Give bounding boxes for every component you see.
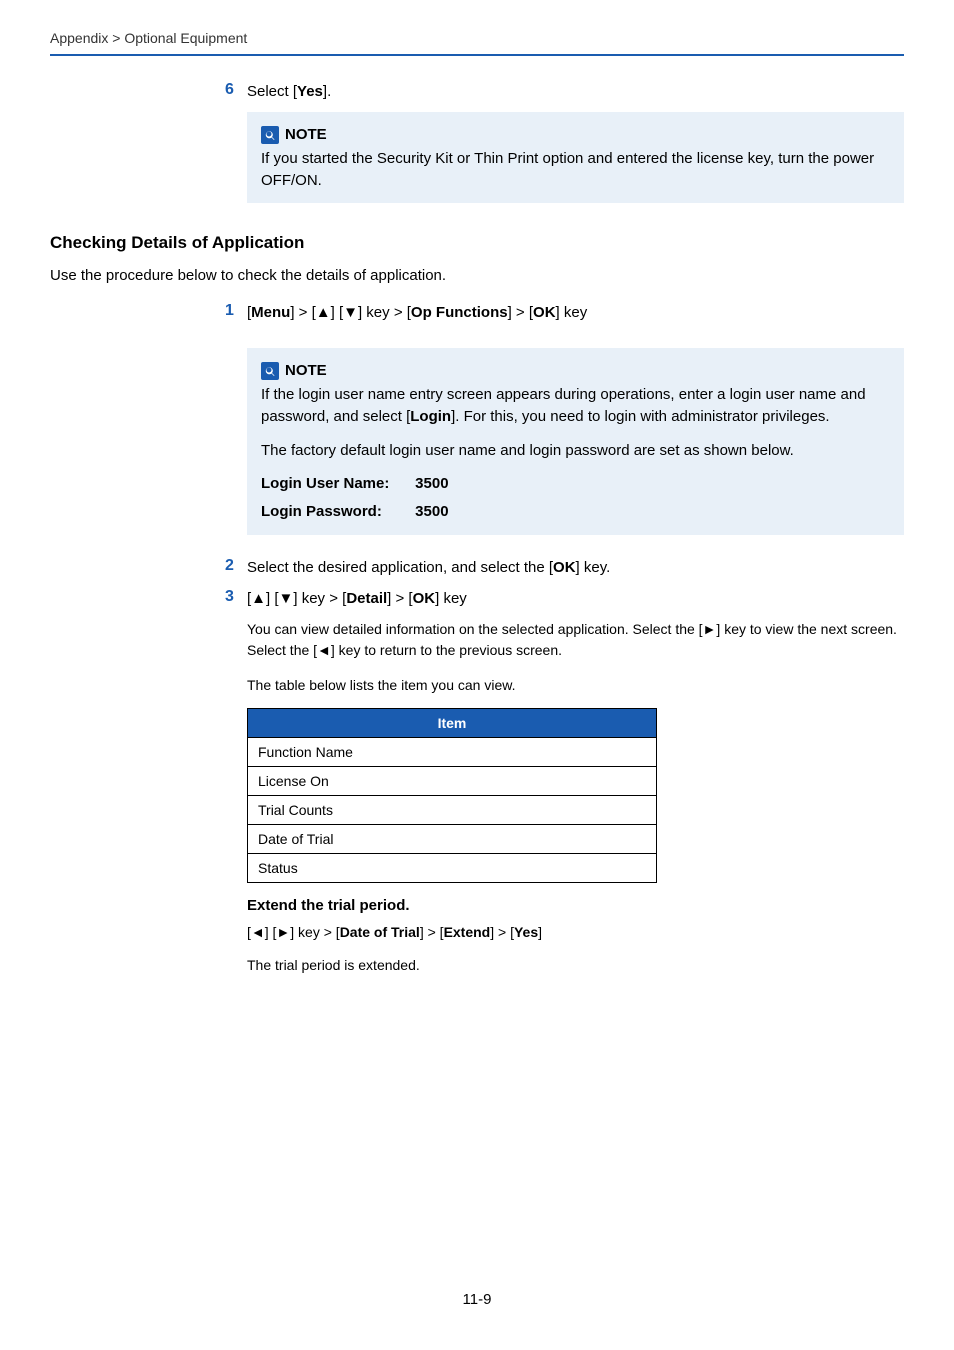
bold-key: Yes <box>514 924 538 940</box>
text-fragment: ] <box>538 924 542 940</box>
text-fragment: Select the desired application, and sele… <box>247 559 553 576</box>
table-cell: License On <box>248 766 657 795</box>
text-fragment: ] > [ <box>420 924 444 940</box>
text-fragment: Select [ <box>247 83 297 100</box>
bold-key: Op Functions <box>411 304 508 321</box>
note-label: NOTE <box>285 360 327 382</box>
text-fragment: ] > [▲] [▼] key > [ <box>290 304 411 321</box>
extend-after: The trial period is extended. <box>247 955 904 976</box>
step-3: 3 [▲] [▼] key > [Detail] > [OK] key <box>225 588 904 609</box>
login-pass-label: Login Password: <box>261 501 411 523</box>
bold-key: OK <box>413 590 436 607</box>
intro-text: Use the procedure below to check the det… <box>50 265 904 286</box>
step-number: 2 <box>225 557 247 578</box>
step-number: 1 <box>225 302 247 323</box>
note-icon <box>261 362 279 380</box>
login-pass-value: 3500 <box>415 503 448 520</box>
bold-key: Date of Trial <box>340 924 420 940</box>
table-cell: Function Name <box>248 737 657 766</box>
step-text: Select the desired application, and sele… <box>247 557 610 578</box>
note-text: If the login user name entry screen appe… <box>261 384 890 428</box>
text-fragment: ]. <box>323 83 331 100</box>
note-text: The factory default login user name and … <box>261 440 890 462</box>
table-cell: Trial Counts <box>248 795 657 824</box>
extend-path: [◄] [►] key > [Date of Trial] > [Extend]… <box>247 922 904 943</box>
note-icon <box>261 126 279 144</box>
login-user-value: 3500 <box>415 475 448 492</box>
step-1: 1 [Menu] > [▲] [▼] key > [Op Functions] … <box>225 302 904 323</box>
text-fragment: ] key <box>435 590 467 607</box>
step-number: 3 <box>225 588 247 609</box>
extend-heading: Extend the trial period. <box>247 897 904 914</box>
bold-key: Extend <box>444 924 491 940</box>
table-row: Function Name <box>248 737 657 766</box>
bold-key: Detail <box>346 590 387 607</box>
bold-key: Login <box>410 408 451 425</box>
login-user-label: Login User Name: <box>261 473 411 495</box>
note-box: NOTE If you started the Security Kit or … <box>247 112 904 203</box>
text-fragment: ] > [ <box>387 590 412 607</box>
step-6: 6 Select [Yes]. <box>225 81 904 102</box>
item-table: Item Function Name License On Trial Coun… <box>247 708 657 883</box>
step-text: [Menu] > [▲] [▼] key > [Op Functions] > … <box>247 302 587 323</box>
table-row: Status <box>248 853 657 882</box>
text-fragment: ] > [ <box>490 924 514 940</box>
header-divider <box>50 54 904 56</box>
step-subtext: The table below lists the item you can v… <box>247 675 904 696</box>
bold-key: OK <box>553 559 576 576</box>
bold-key: Menu <box>251 304 290 321</box>
table-cell: Status <box>248 853 657 882</box>
step-number: 6 <box>225 81 247 102</box>
page-number: 11-9 <box>0 1291 954 1308</box>
step-text: [▲] [▼] key > [Detail] > [OK] key <box>247 588 467 609</box>
bold-key: OK <box>533 304 556 321</box>
note-box: NOTE If the login user name entry screen… <box>247 348 904 535</box>
table-row: Trial Counts <box>248 795 657 824</box>
bold-key: Yes <box>297 83 323 100</box>
section-heading: Checking Details of Application <box>50 233 904 253</box>
text-fragment: ] key <box>556 304 588 321</box>
breadcrumb: Appendix > Optional Equipment <box>50 30 904 54</box>
text-fragment: [◄] [►] key > [ <box>247 924 340 940</box>
table-row: License On <box>248 766 657 795</box>
step-text: Select [Yes]. <box>247 81 331 102</box>
login-user-row: Login User Name: 3500 <box>261 473 890 495</box>
note-label: NOTE <box>285 124 327 146</box>
step-2: 2 Select the desired application, and se… <box>225 557 904 578</box>
text-fragment: ] key. <box>576 559 611 576</box>
text-fragment: ]. For this, you need to login with admi… <box>451 408 830 425</box>
table-cell: Date of Trial <box>248 824 657 853</box>
note-text: If you started the Security Kit or Thin … <box>261 148 890 192</box>
text-fragment: [▲] [▼] key > [ <box>247 590 346 607</box>
step-subtext: You can view detailed information on the… <box>247 619 904 661</box>
table-header: Item <box>248 708 657 737</box>
table-row: Date of Trial <box>248 824 657 853</box>
text-fragment: ] > [ <box>508 304 533 321</box>
login-pass-row: Login Password: 3500 <box>261 501 890 523</box>
